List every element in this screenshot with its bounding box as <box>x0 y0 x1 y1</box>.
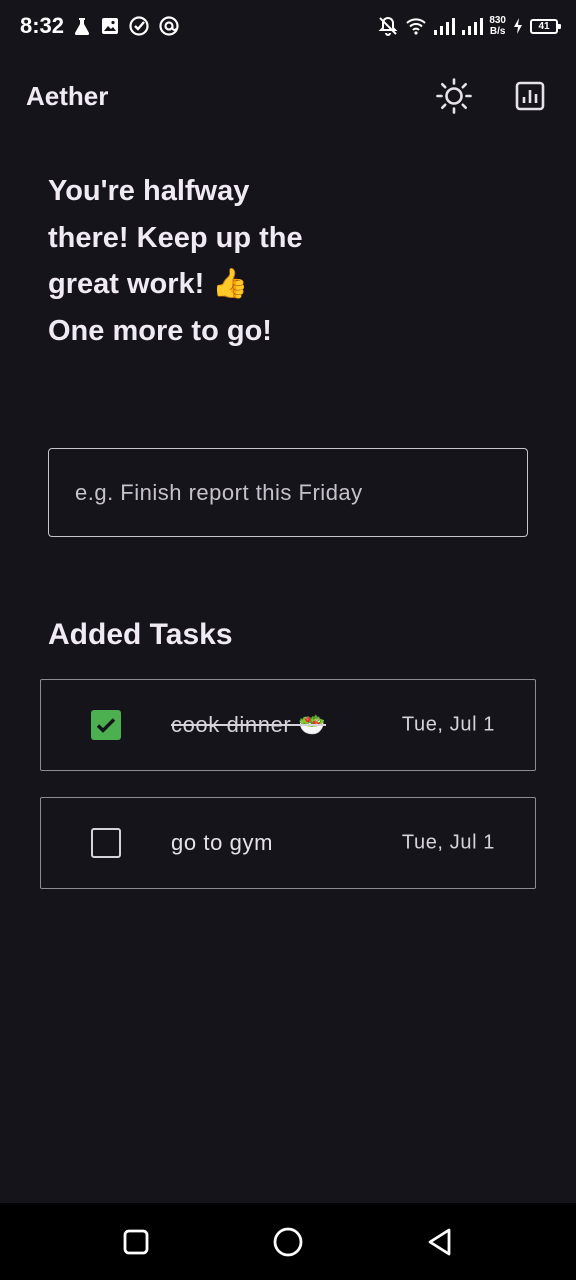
progress-message-line: great work! 👍 <box>48 268 249 300</box>
recents-square-icon <box>123 1229 149 1254</box>
app-title: Aether <box>26 80 109 111</box>
bar-chart-icon <box>515 81 545 111</box>
signal-icon-2 <box>462 18 484 35</box>
status-bar: 8:32 830 B/s 41 <box>0 0 576 52</box>
recents-button[interactable] <box>116 1222 156 1262</box>
check-circle-icon <box>129 16 149 36</box>
progress-message-line: One more to go! <box>48 314 272 347</box>
flask-icon <box>74 18 90 35</box>
task-item[interactable]: go to gym Tue, Jul 1 <box>40 797 536 889</box>
task-checkbox[interactable] <box>91 710 121 740</box>
at-circle-icon <box>159 16 179 36</box>
task-checkbox[interactable] <box>91 828 121 858</box>
theme-toggle-button[interactable] <box>434 76 474 116</box>
task-date: Tue, Jul 1 <box>401 831 495 854</box>
network-speed: 830 B/s <box>489 15 506 37</box>
network-speed-unit: B/s <box>489 26 506 37</box>
wifi-icon <box>406 18 427 35</box>
image-icon <box>102 18 119 34</box>
progress-message: You're halfway there! Keep up the great … <box>48 168 368 354</box>
added-tasks-heading: Added Tasks <box>48 618 233 651</box>
status-system-icons: 830 B/s 41 <box>377 15 561 37</box>
task-name: go to gym <box>171 830 274 855</box>
task-date: Tue, Jul 1 <box>401 713 495 736</box>
battery-level: 41 <box>538 20 550 32</box>
battery-indicator: 41 <box>530 18 561 34</box>
checkmark-icon <box>96 718 116 733</box>
home-circle-icon <box>273 1227 303 1256</box>
app-screen: 8:32 830 B/s 41 Aether You're halfway th… <box>0 0 576 1280</box>
app-bar: Aether <box>0 60 576 132</box>
statistics-button[interactable] <box>510 76 550 116</box>
signal-icon-1 <box>434 18 456 35</box>
progress-message-line: there! Keep up the <box>48 221 303 254</box>
status-notification-icons <box>72 15 180 37</box>
back-triangle-icon <box>428 1228 451 1255</box>
task-item[interactable]: cook dinner 🥗 Tue, Jul 1 <box>40 679 536 771</box>
progress-message-line: You're halfway <box>48 175 250 207</box>
new-task-input[interactable] <box>48 448 528 537</box>
system-nav-bar <box>0 1203 576 1280</box>
bell-off-icon <box>378 16 398 36</box>
charging-bolt-icon <box>514 18 522 34</box>
app-bar-actions <box>434 76 550 116</box>
task-name: cook dinner 🥗 <box>171 712 327 737</box>
back-button[interactable] <box>420 1222 460 1262</box>
sun-icon <box>436 78 472 114</box>
home-button[interactable] <box>268 1222 308 1262</box>
network-speed-value: 830 <box>489 15 506 26</box>
status-time: 8:32 <box>20 13 65 38</box>
